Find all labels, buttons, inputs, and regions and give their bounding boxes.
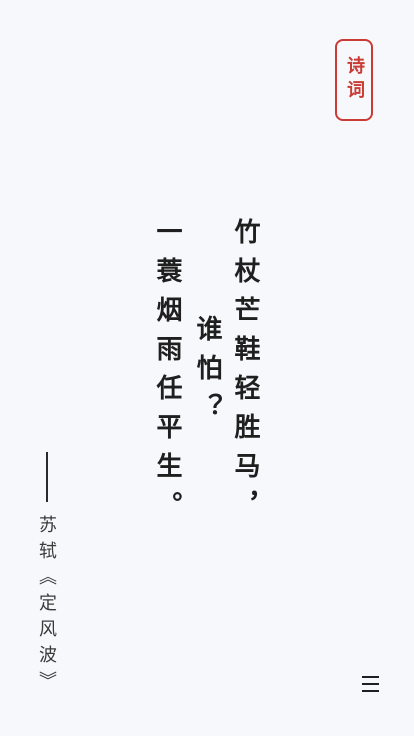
poem-attribution: 苏轼《定风波》 [36,515,57,697]
poem-line-2: 谁怕？ [192,315,222,432]
poem-page: 诗词 竹杖芒鞋轻胜马， 谁怕？ 一蓑烟雨任平生。 苏轼《定风波》 [0,0,414,736]
poem-line-3: 一蓑烟雨任平生。 [152,218,182,530]
menu-bar-top [362,676,379,678]
menu-bar-middle [362,683,379,685]
attribution-divider [46,452,48,502]
category-label: 诗词 [344,56,365,104]
category-button[interactable]: 诗词 [335,39,373,121]
poem-line-1: 竹杖芒鞋轻胜马， [230,218,260,530]
menu-bar-bottom [362,690,379,692]
menu-button[interactable] [360,674,382,694]
